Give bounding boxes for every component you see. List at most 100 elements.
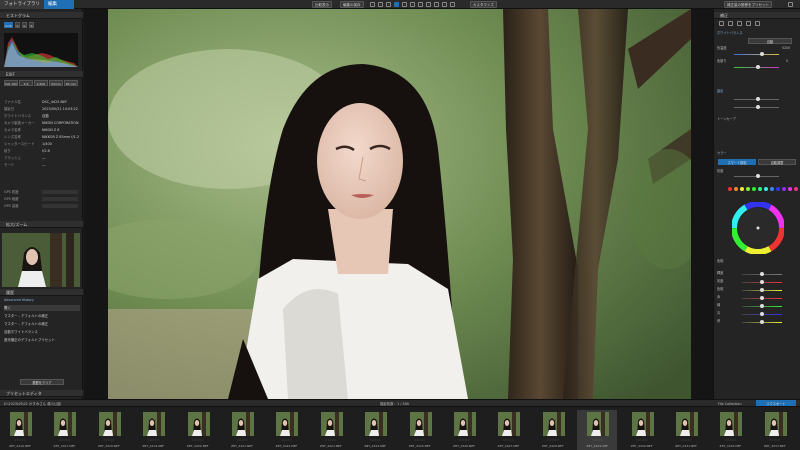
exposure-section-header[interactable]: 露出 — [717, 89, 799, 94]
history-item[interactable]: 遮光補正のデフォルトプリセット — [4, 337, 80, 343]
thumbnail-image[interactable] — [10, 412, 32, 436]
thumbnail-image[interactable] — [676, 412, 698, 436]
history-item[interactable]: 自動ホワイトバランス — [4, 329, 80, 335]
thumbnail-image[interactable] — [542, 412, 565, 436]
wb-mode-select[interactable]: 自動 — [748, 38, 792, 44]
hsl-slider-knob[interactable] — [760, 304, 764, 308]
rating-stars[interactable]: ☆☆☆☆☆ — [488, 439, 528, 442]
histogram-g-toggle[interactable]: G — [22, 22, 27, 28]
thumbnail-image[interactable] — [631, 412, 654, 436]
tint-slider-knob[interactable] — [756, 65, 760, 69]
hsl-slider[interactable] — [742, 296, 782, 300]
color-swatch[interactable] — [782, 187, 786, 191]
rating-stars[interactable]: ☆☆☆☆☆ — [266, 439, 306, 442]
contrast-slider[interactable] — [734, 105, 779, 109]
detail-icon[interactable] — [746, 21, 751, 26]
main-image-view[interactable] — [84, 9, 713, 399]
thumbnail-image[interactable] — [320, 412, 343, 436]
repair-icon[interactable] — [426, 2, 431, 7]
history-item[interactable]: 開く — [4, 305, 80, 311]
filmstrip-thumbnail[interactable]: ☆☆☆☆☆ Z8T_4422.NEF — [266, 410, 306, 450]
rating-stars[interactable]: ☆☆☆☆☆ — [44, 439, 84, 442]
thumbnail-image[interactable] — [232, 412, 254, 436]
rating-stars[interactable]: ☆☆☆☆☆ — [89, 439, 129, 442]
filmstrip-thumbnail[interactable]: ☆☆☆☆☆ Z8T_4425.NEF — [400, 410, 440, 450]
pointer-icon[interactable] — [394, 2, 399, 7]
filmstrip-thumbnail[interactable]: ☆☆☆☆☆ Z8T_4420.NEF — [178, 410, 218, 450]
gps-row[interactable]: GPS 緯度 — [4, 189, 80, 195]
filmstrip-thumbnail[interactable]: ☆☆☆☆☆ Z8T_4416.NEF — [0, 410, 40, 450]
thumbnail-image[interactable] — [54, 412, 77, 436]
rating-stars[interactable]: ☆☆☆☆☆ — [444, 439, 484, 442]
auto-adjust-button[interactable]: 自動調整 — [758, 159, 796, 165]
hsl-slider-knob[interactable] — [760, 296, 764, 300]
tab-edit[interactable]: 編集 — [44, 0, 74, 9]
hsl-slider-knob[interactable] — [760, 272, 764, 276]
histogram-r-toggle[interactable]: R — [15, 22, 20, 28]
before-after-icon[interactable] — [450, 2, 455, 7]
temp-slider[interactable] — [734, 52, 779, 56]
color-swatch[interactable] — [758, 187, 762, 191]
filmstrip-thumbnail[interactable]: ☆☆☆☆☆ Z8T_4431.NEF — [666, 410, 706, 450]
hsl-slider[interactable] — [742, 280, 782, 284]
color-swatch[interactable] — [770, 187, 774, 191]
exif-header[interactable]: EXIF — [0, 71, 83, 78]
filmstrip-thumbnail[interactable]: ☆☆☆☆☆ Z8T_4429.NEF — [577, 410, 618, 450]
filmstrip-thumbnail[interactable]: ☆☆☆☆☆ Z8T_4418.NEF — [89, 410, 129, 450]
histogram-rgb-toggle[interactable]: RGB — [4, 22, 13, 28]
exposure-slider[interactable] — [734, 97, 779, 101]
rating-stars[interactable]: ☆☆☆☆☆ — [710, 439, 750, 442]
thumbnail-image[interactable] — [143, 412, 166, 436]
color-swatch[interactable] — [776, 187, 780, 191]
rating-stars[interactable]: ☆☆☆☆☆ — [666, 439, 706, 442]
hsl-slider-knob[interactable] — [760, 280, 764, 284]
rotate-icon[interactable] — [378, 2, 383, 7]
exposure-slider-knob[interactable] — [756, 97, 760, 101]
thumbnail-image[interactable] — [98, 412, 121, 436]
rating-stars[interactable]: ☆☆☆☆☆ — [533, 439, 573, 442]
straighten-icon[interactable] — [386, 2, 391, 7]
color-wheel[interactable] — [731, 200, 785, 256]
rating-stars[interactable]: ☆☆☆☆☆ — [0, 439, 40, 442]
navigator-thumbnail[interactable] — [2, 233, 80, 287]
redeye-icon[interactable] — [434, 2, 439, 7]
thumbnail-image[interactable] — [498, 412, 521, 436]
hsl-slider-knob[interactable] — [760, 312, 764, 316]
hsl-slider[interactable] — [742, 288, 782, 292]
rating-stars[interactable]: ☆☆☆☆☆ — [755, 439, 795, 442]
history-item[interactable]: マスター - デフォルトの補正 — [4, 321, 80, 327]
tab-photo-library[interactable]: フォトライブラリ — [0, 0, 44, 9]
rating-stars[interactable]: ☆☆☆☆☆ — [400, 439, 440, 442]
rating-stars[interactable]: ☆☆☆☆☆ — [577, 439, 617, 442]
color-swatch[interactable] — [752, 187, 756, 191]
color-swatch[interactable] — [794, 187, 798, 191]
rating-stars[interactable]: ☆☆☆☆☆ — [355, 439, 395, 442]
filmstrip-thumbnail[interactable]: ☆☆☆☆☆ Z8T_4421.NEF — [222, 410, 262, 450]
rating-stars[interactable]: ☆☆☆☆☆ — [222, 439, 262, 442]
hsl-slider[interactable] — [742, 320, 782, 324]
color-swatch[interactable] — [788, 187, 792, 191]
geometry-icon[interactable] — [755, 21, 760, 26]
color-swatch[interactable] — [764, 187, 768, 191]
filmstrip-thumbnail[interactable]: ☆☆☆☆☆ Z8T_4427.NEF — [488, 410, 528, 450]
crop-icon[interactable] — [370, 2, 375, 7]
preset-history-button[interactable]: 補正量の推移をプリセット — [724, 1, 772, 8]
rating-stars[interactable]: ☆☆☆☆☆ — [133, 439, 173, 442]
light-icon[interactable] — [728, 21, 733, 26]
hsl-slider[interactable] — [742, 304, 782, 308]
brush-icon[interactable] — [410, 2, 415, 7]
filmstrip-thumbnail[interactable]: ☆☆☆☆☆ Z8T_4428.NEF — [533, 410, 573, 450]
rating-stars[interactable]: ☆☆☆☆☆ — [178, 439, 218, 442]
settings-icon[interactable] — [788, 2, 793, 7]
preset-editor-header[interactable]: プリセットエディタ — [0, 390, 83, 397]
filmstrip-thumbnail[interactable]: ☆☆☆☆☆ Z8T_4433.NEF — [755, 410, 795, 450]
thumbnail-image[interactable] — [365, 412, 388, 436]
tint-slider[interactable] — [734, 65, 779, 69]
filmstrip-thumbnail[interactable]: ☆☆☆☆☆ Z8T_4426.NEF — [444, 410, 484, 450]
navigator-header[interactable]: 拡大/ズーム — [0, 221, 83, 228]
filmstrip-thumbnail[interactable]: ☆☆☆☆☆ Z8T_4417.NEF — [44, 410, 84, 450]
thumbnail-image[interactable] — [276, 412, 299, 436]
camera-icon[interactable] — [719, 21, 724, 26]
hsl-slider-knob[interactable] — [760, 320, 764, 324]
thumbnail-image[interactable] — [720, 412, 743, 436]
